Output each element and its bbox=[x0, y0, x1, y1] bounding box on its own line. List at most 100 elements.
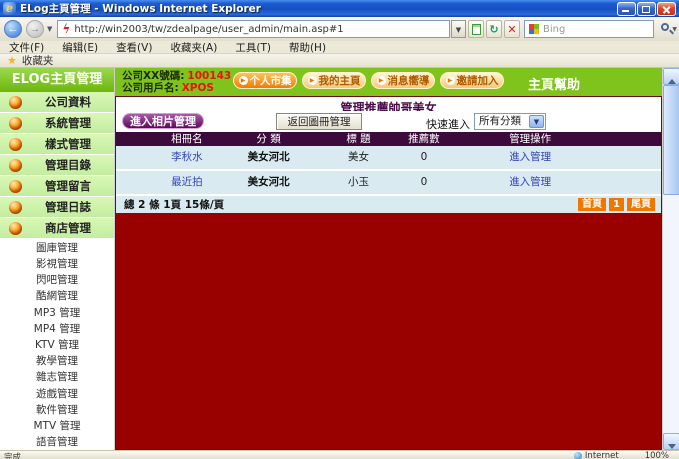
compatibility-view-button[interactable] bbox=[468, 20, 484, 38]
sidebar-sub-flash[interactable]: 閃吧管理 bbox=[0, 271, 114, 287]
top-green-band: 公司XX號碼:100143 公司用戶名:XPOS ▶ 个人市集 ▶ 我的主頁 ▶… bbox=[115, 68, 662, 96]
table-row: 李秋水 美女河北 美女 0 進入管理 bbox=[116, 146, 661, 171]
favorites-bar: ★ 收藏夹 bbox=[0, 54, 679, 68]
homepage-help-link[interactable]: 主頁幫助 bbox=[528, 74, 580, 93]
pagination: 首頁 1 尾頁 bbox=[578, 198, 655, 211]
title-cell: 小玉 bbox=[348, 171, 369, 194]
url-text: http://win2003/tw/zdealpage/user_admin/m… bbox=[74, 24, 343, 35]
play-icon: ▶ bbox=[308, 76, 317, 85]
sidebar-sub-mtv[interactable]: MTV 管理 bbox=[0, 418, 114, 434]
nav-message-wizard[interactable]: ▶ 消息嚮導 bbox=[371, 72, 435, 89]
favorites-star-icon[interactable]: ★ bbox=[7, 54, 17, 67]
last-page-button[interactable]: 尾頁 bbox=[627, 198, 655, 211]
col-actions: 管理操作 bbox=[509, 132, 551, 146]
album-link[interactable]: 李秋水 bbox=[171, 146, 203, 169]
forward-button[interactable]: → bbox=[26, 20, 44, 38]
menu-view[interactable]: 查看(V) bbox=[107, 40, 161, 55]
table-row: 最近拍 美女河北 小玉 0 進入管理 bbox=[116, 171, 661, 196]
security-zone: Internet bbox=[574, 451, 619, 459]
search-button[interactable]: ▼ bbox=[657, 20, 677, 38]
menu-favorites[interactable]: 收藏夹(A) bbox=[161, 40, 226, 55]
page-title-strip: 管理推薦帥哥美女 bbox=[116, 97, 661, 111]
table-header: 相冊名 分 類 標 題 推薦數 管理操作 bbox=[116, 132, 661, 146]
scroll-up-button[interactable] bbox=[663, 68, 679, 85]
sidebar-item-logs[interactable]: 管理日誌 bbox=[0, 197, 114, 218]
globe-icon bbox=[574, 452, 582, 459]
orange-ball-icon bbox=[9, 138, 22, 151]
quick-enter-label: 快速進入 bbox=[426, 116, 470, 132]
orange-ball-icon bbox=[9, 117, 22, 130]
scroll-down-button[interactable] bbox=[663, 433, 679, 450]
sidebar-item-messages[interactable]: 管理留言 bbox=[0, 176, 114, 197]
close-button[interactable] bbox=[657, 2, 676, 16]
company-no-label: 公司XX號碼: bbox=[122, 70, 184, 82]
sidebar-item-style[interactable]: 樣式管理 bbox=[0, 134, 114, 155]
sidebar-sub-games[interactable]: 遊戲管理 bbox=[0, 385, 114, 401]
company-no-value: 100143 bbox=[187, 70, 231, 82]
category-cell: 美女河北 bbox=[248, 171, 290, 194]
play-icon: ▶ bbox=[239, 76, 248, 85]
sidebar-sub-mp3[interactable]: MP3 管理 bbox=[0, 304, 114, 320]
sidebar-sub-gallery[interactable]: 圖庫管理 bbox=[0, 239, 114, 255]
play-icon: ▶ bbox=[446, 76, 455, 85]
sidebar-sub-voice[interactable]: 語音管理 bbox=[0, 434, 114, 450]
sidebar-item-system[interactable]: 系統管理 bbox=[0, 113, 114, 134]
page-number-button[interactable]: 1 bbox=[609, 198, 624, 211]
sidebar-item-directory[interactable]: 管理目錄 bbox=[0, 155, 114, 176]
address-dropdown-icon[interactable]: ▼ bbox=[451, 20, 466, 38]
sidebar-sub-teaching[interactable]: 教學管理 bbox=[0, 353, 114, 369]
sidebar-sub-mp4[interactable]: MP4 管理 bbox=[0, 320, 114, 336]
controls-strip: 進入相片管理 返回圖冊管理 快速進入 所有分類 ▼ bbox=[116, 111, 661, 132]
bing-logo-icon bbox=[529, 24, 539, 34]
back-to-album-button[interactable]: 返回圖冊管理 bbox=[276, 113, 362, 130]
vertical-scrollbar[interactable] bbox=[662, 68, 679, 450]
browser-window: e ELog主頁管理 - Windows Internet Explorer ←… bbox=[0, 0, 679, 459]
history-dropdown-icon[interactable]: ▼ bbox=[44, 25, 55, 33]
sidebar-sub-software[interactable]: 軟件管理 bbox=[0, 401, 114, 417]
orange-ball-icon bbox=[9, 201, 22, 214]
status-bar: 完成 Internet 100% bbox=[0, 450, 679, 459]
search-placeholder: Bing bbox=[543, 24, 565, 35]
nav-my-homepage[interactable]: ▶ 我的主頁 bbox=[302, 72, 366, 89]
favorites-label[interactable]: 收藏夹 bbox=[22, 53, 54, 68]
enter-photo-management-button[interactable]: 進入相片管理 bbox=[122, 113, 204, 129]
sidebar-title: ELOG主頁管理 bbox=[0, 68, 114, 92]
nav-invite-join[interactable]: ▶ 邀請加入 bbox=[440, 72, 504, 89]
maximize-button[interactable] bbox=[637, 2, 656, 16]
zoom-level[interactable]: 100% bbox=[645, 451, 669, 459]
sidebar-item-shop[interactable]: 商店管理 bbox=[0, 218, 114, 239]
refresh-button[interactable]: ↻ bbox=[486, 20, 502, 38]
sidebar-sub-coolweb[interactable]: 酷網管理 bbox=[0, 288, 114, 304]
sidebar-sub-ktv[interactable]: KTV 管理 bbox=[0, 336, 114, 352]
search-input[interactable]: Bing bbox=[524, 20, 654, 38]
nav-personal-market[interactable]: ▶ 个人市集 bbox=[233, 72, 297, 89]
title-bar: e ELog主頁管理 - Windows Internet Explorer bbox=[0, 0, 679, 17]
stop-button[interactable]: ✕ bbox=[504, 20, 520, 38]
chevron-down-icon[interactable]: ▼ bbox=[529, 115, 544, 128]
play-icon: ▶ bbox=[377, 76, 386, 85]
sidebar-item-company-info[interactable]: 公司資料 bbox=[0, 92, 114, 113]
scrollbar-thumb[interactable] bbox=[663, 85, 679, 195]
album-link[interactable]: 最近拍 bbox=[171, 171, 203, 194]
sidebar-sub-video[interactable]: 影視管理 bbox=[0, 255, 114, 271]
arrow-down-icon bbox=[668, 444, 676, 449]
category-select[interactable]: 所有分類 ▼ bbox=[474, 113, 546, 130]
sidebar-sub-magazine[interactable]: 雜志管理 bbox=[0, 369, 114, 385]
enter-management-link[interactable]: 進入管理 bbox=[509, 171, 551, 194]
address-input[interactable]: ϟ http://win2003/tw/zdealpage/user_admin… bbox=[57, 20, 450, 38]
record-summary: 總 2 條 1頁 15條/頁 bbox=[124, 197, 578, 212]
col-title: 標 題 bbox=[346, 132, 370, 146]
menu-tools[interactable]: 工具(T) bbox=[226, 40, 280, 55]
minimize-button[interactable] bbox=[617, 2, 636, 16]
company-user-value: XPOS bbox=[182, 82, 214, 94]
menu-edit[interactable]: 编辑(E) bbox=[53, 40, 107, 55]
first-page-button[interactable]: 首頁 bbox=[578, 198, 606, 211]
address-bar: ← → ▼ ϟ http://win2003/tw/zdealpage/user… bbox=[0, 17, 679, 41]
menu-help[interactable]: 帮助(H) bbox=[280, 40, 335, 55]
search-options-dropdown-icon[interactable]: ▼ bbox=[672, 26, 677, 33]
enter-management-link[interactable]: 進入管理 bbox=[509, 146, 551, 169]
back-button[interactable]: ← bbox=[4, 20, 22, 38]
content-panel: 管理推薦帥哥美女 進入相片管理 返回圖冊管理 快速進入 所有分類 ▼ 相冊名 分… bbox=[115, 96, 662, 450]
sidebar-submenu: 圖庫管理 影視管理 閃吧管理 酷網管理 MP3 管理 MP4 管理 KTV 管理… bbox=[0, 239, 114, 450]
col-count: 推薦數 bbox=[408, 132, 440, 146]
